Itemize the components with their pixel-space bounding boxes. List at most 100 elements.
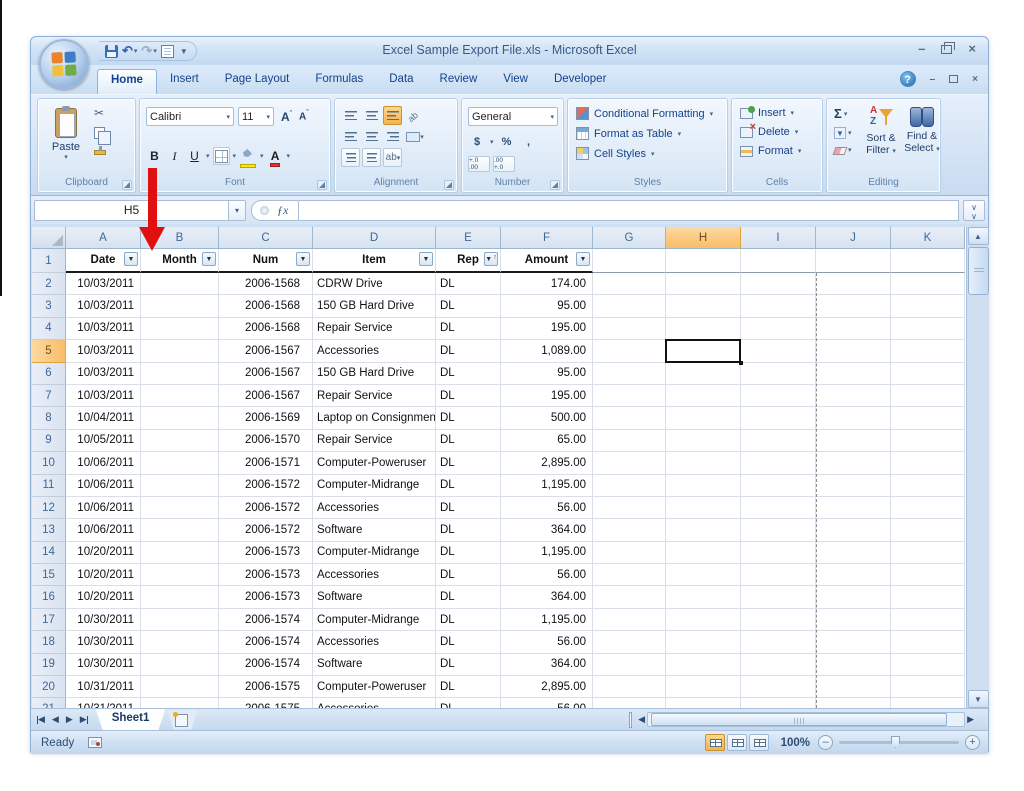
cell-amount[interactable]: 364.00 — [501, 519, 593, 541]
zoom-out-button[interactable]: – — [818, 735, 833, 750]
zoom-slider-thumb[interactable] — [891, 736, 900, 748]
cell-empty[interactable] — [593, 295, 666, 317]
header-cell-num[interactable]: Num▼ — [219, 249, 313, 273]
format-cells-button[interactable]: Format▾ — [740, 145, 801, 157]
cell-empty[interactable] — [891, 295, 965, 317]
cell-empty[interactable] — [816, 497, 891, 519]
cell-empty[interactable] — [816, 609, 891, 631]
cell-empty[interactable] — [891, 430, 965, 452]
cell-empty[interactable] — [593, 340, 666, 362]
cell-empty[interactable] — [816, 363, 891, 385]
cell-month[interactable] — [141, 698, 219, 708]
cell-empty[interactable] — [666, 698, 741, 708]
orientation-button[interactable] — [404, 106, 425, 125]
cell-num[interactable]: 2006-1573 — [219, 542, 313, 564]
cell-empty[interactable] — [741, 564, 816, 586]
cell-date[interactable]: 10/05/2011 — [66, 430, 141, 452]
cell-month[interactable] — [141, 654, 219, 676]
borders-dropdown[interactable]: ▾ — [233, 152, 237, 160]
cell-empty[interactable] — [816, 542, 891, 564]
cell-empty[interactable] — [816, 654, 891, 676]
number-format-combo[interactable]: General▾ — [468, 107, 558, 126]
cell-date[interactable]: 10/30/2011 — [66, 654, 141, 676]
fill-button[interactable]: ▼▾ — [834, 127, 852, 139]
cell-item[interactable]: 150 GB Hard Drive — [313, 295, 436, 317]
filter-dropdown-month[interactable]: ▼ — [202, 252, 216, 266]
last-sheet-button[interactable]: ▶ — [80, 714, 88, 725]
cell-num[interactable]: 2006-1574 — [219, 609, 313, 631]
tab-split-handle[interactable] — [629, 712, 632, 728]
cell-amount[interactable]: 95.00 — [501, 363, 593, 385]
cell-empty[interactable] — [816, 519, 891, 541]
workbook-minimize-button[interactable]: – — [930, 74, 936, 85]
cell-date[interactable]: 10/06/2011 — [66, 452, 141, 474]
cell-amount[interactable]: 195.00 — [501, 318, 593, 340]
redo-dropdown[interactable]: ▾ — [153, 47, 157, 55]
cell-empty[interactable] — [666, 564, 741, 586]
cell-empty[interactable] — [666, 318, 741, 340]
cell-date[interactable]: 10/20/2011 — [66, 542, 141, 564]
tab-review[interactable]: Review — [427, 69, 491, 94]
cell-empty[interactable] — [593, 631, 666, 653]
cell-month[interactable] — [141, 586, 219, 608]
font-name-combo[interactable]: Calibri▾ — [146, 107, 234, 126]
currency-dropdown[interactable]: ▾ — [490, 138, 494, 146]
tab-view[interactable]: View — [490, 69, 541, 94]
cell-date[interactable]: 10/06/2011 — [66, 497, 141, 519]
cell-empty[interactable] — [741, 698, 816, 708]
cell-num[interactable]: 2006-1570 — [219, 430, 313, 452]
row-header[interactable]: 16 — [32, 586, 66, 608]
cell-month[interactable] — [141, 340, 219, 362]
name-box[interactable]: H5 — [34, 200, 229, 221]
column-header-j[interactable]: J — [816, 227, 891, 249]
cell-amount[interactable]: 56.00 — [501, 698, 593, 708]
cell-item[interactable]: Software — [313, 654, 436, 676]
next-sheet-button[interactable]: ▶ — [66, 714, 73, 725]
cell-empty[interactable] — [891, 407, 965, 429]
cell-rep[interactable]: DL — [436, 363, 501, 385]
cell-empty[interactable] — [816, 564, 891, 586]
cell-date[interactable]: 10/30/2011 — [66, 609, 141, 631]
cell-amount[interactable]: 1,195.00 — [501, 609, 593, 631]
horizontal-scrollbar[interactable] — [647, 712, 965, 727]
row-header[interactable]: 11 — [32, 475, 66, 497]
cell-item[interactable]: Accessories — [313, 631, 436, 653]
cell-empty[interactable] — [891, 475, 965, 497]
save-button[interactable] — [105, 45, 118, 58]
row-header[interactable]: 7 — [32, 385, 66, 407]
cell-num[interactable]: 2006-1574 — [219, 654, 313, 676]
header-cell-amount[interactable]: Amount▼ — [501, 249, 593, 273]
minimize-button[interactable]: – — [918, 42, 925, 56]
cell-empty[interactable] — [816, 273, 891, 295]
row-header[interactable]: 5 — [32, 340, 66, 362]
cell-empty[interactable] — [666, 609, 741, 631]
cell-date[interactable]: 10/04/2011 — [66, 407, 141, 429]
normal-view-button[interactable] — [705, 734, 725, 751]
cell-num[interactable]: 2006-1572 — [219, 497, 313, 519]
delete-cells-button[interactable]: Delete▾ — [740, 126, 801, 138]
row-header-1[interactable]: 1 — [32, 249, 66, 273]
underline-button[interactable]: U — [186, 147, 203, 165]
number-dialog-launcher[interactable]: ◢ — [550, 180, 560, 190]
column-header-f[interactable]: F — [501, 227, 593, 249]
cell-month[interactable] — [141, 519, 219, 541]
cell-empty[interactable] — [593, 475, 666, 497]
cell-empty[interactable] — [666, 385, 741, 407]
close-button[interactable]: × — [968, 42, 976, 56]
cell-empty[interactable] — [816, 452, 891, 474]
active-cell-selection-h5[interactable] — [665, 339, 741, 363]
customize-qat-button[interactable]: ▼ — [180, 47, 188, 56]
cell-month[interactable] — [141, 318, 219, 340]
office-button[interactable] — [39, 39, 89, 89]
scroll-up-button[interactable]: ▲ — [968, 227, 989, 245]
record-macro-icon[interactable] — [88, 737, 102, 748]
column-header-c[interactable]: C — [219, 227, 313, 249]
page-break-view-button[interactable] — [749, 734, 769, 751]
align-top-button[interactable] — [341, 106, 360, 125]
percent-button[interactable]: % — [498, 133, 516, 150]
zoom-in-button[interactable]: + — [965, 735, 980, 750]
cell-empty[interactable] — [891, 676, 965, 698]
cell-empty[interactable] — [593, 519, 666, 541]
tab-data[interactable]: Data — [376, 69, 426, 94]
cell-empty[interactable] — [891, 564, 965, 586]
